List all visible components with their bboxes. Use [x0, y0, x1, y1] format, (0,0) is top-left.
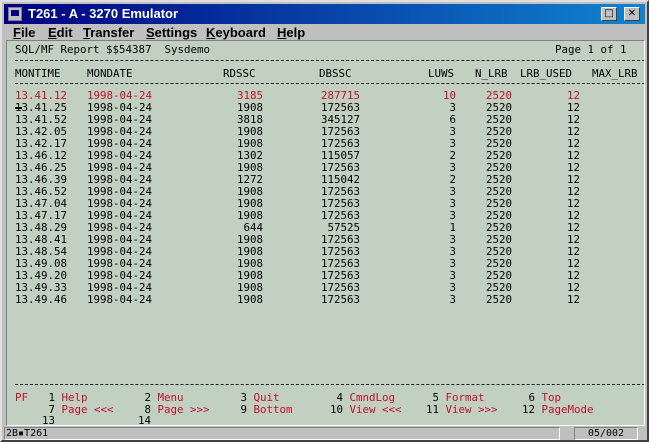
- status-left-panel: [4, 427, 560, 440]
- table-cell: 172563: [320, 293, 360, 306]
- column-header: MONDATE: [87, 67, 133, 80]
- maximize-button[interactable]: □: [601, 7, 617, 21]
- menu-mnemonic: S: [146, 25, 155, 40]
- menu-transfer[interactable]: Transfer: [83, 25, 134, 40]
- menu-file[interactable]: File: [13, 25, 35, 40]
- column-header: MAX_LRB: [592, 67, 638, 80]
- column-header: DBSSC: [319, 67, 352, 80]
- status-bar: 2B▪T261 05/002: [4, 427, 645, 440]
- report-header-row: SQL/MF Report $$54387 Sysdemo Page 1 of …: [15, 44, 635, 56]
- table-cell: 3: [449, 293, 456, 306]
- pf-key-13[interactable]: 13: [42, 415, 62, 426]
- table-cell: 1998-04-24: [87, 293, 153, 306]
- menu-label-rest: dit: [56, 25, 73, 40]
- menu-label-rest: ile: [20, 25, 36, 40]
- table-row: 13.49.46 1998-04-24 1908 172563 3 2520 12: [15, 293, 644, 306]
- column-header-row: MONTIME MONDATE RDSSC DBSSC LUWS N_LRB LRB_USE…: [15, 67, 644, 80]
- pf-row-3: 13 14: [15, 415, 644, 426]
- table-cell: 12: [566, 293, 580, 306]
- menu-label-rest: ransfer: [90, 25, 135, 40]
- window-title: T261 - A - 3270 Emulator: [28, 6, 179, 21]
- table-cell: 2520: [485, 293, 512, 306]
- header-separator: [15, 60, 644, 61]
- pf-key-gap: [151, 414, 158, 425]
- menu-keyboard[interactable]: Keyboard: [206, 25, 266, 40]
- menu-edit[interactable]: Edit: [48, 25, 73, 40]
- close-button[interactable]: ✕: [624, 7, 640, 21]
- app-icon[interactable]: [8, 7, 22, 21]
- menu-mnemonic: F: [13, 25, 21, 40]
- cursor-position: 05/002: [574, 427, 638, 440]
- page-indicator: Page 1 of 1: [555, 43, 627, 56]
- column-header: MONTIME: [15, 67, 61, 80]
- title-bar[interactable]: T261 - A - 3270 Emulator □ ✕: [4, 4, 645, 24]
- column-header: RDSSC: [223, 67, 256, 80]
- menu-label-rest: eyboard: [215, 25, 266, 40]
- menu-help[interactable]: Help: [277, 25, 305, 40]
- column-separator: [15, 83, 644, 84]
- column-header: LUWS: [428, 67, 455, 80]
- pf-prefix: PF: [15, 391, 29, 404]
- table-cell: 13.49.46: [15, 293, 68, 306]
- text-cursor: [15, 107, 22, 109]
- menu-label-rest: ettings: [154, 25, 198, 40]
- pf-key-number: 13: [42, 414, 56, 426]
- pf-key-14[interactable]: 14: [138, 415, 158, 426]
- column-header: LRB_USED: [520, 67, 573, 80]
- pf-separator: [15, 384, 644, 385]
- menu-settings[interactable]: Settings: [146, 25, 197, 40]
- pf-key-gap: [55, 414, 62, 425]
- terminal-screen[interactable]: SQL/MF Report $$54387 Sysdemo Page 1 of …: [6, 40, 645, 426]
- table-cell: 1908: [236, 293, 263, 306]
- menu-mnemonic: K: [206, 25, 216, 40]
- emulator-window: T261 - A - 3270 Emulator □ ✕ File Edit Tra…: [0, 0, 649, 442]
- pf-key-number: 14: [138, 414, 152, 426]
- menu-label-rest: elp: [286, 25, 306, 40]
- column-header: N_LRB: [475, 67, 508, 80]
- session-indicator: 2B▪T261: [6, 428, 49, 439]
- menu-mnemonic: H: [277, 25, 287, 40]
- report-title: SQL/MF Report $$54387 Sysdemo: [15, 43, 211, 56]
- menu-mnemonic: E: [48, 25, 57, 40]
